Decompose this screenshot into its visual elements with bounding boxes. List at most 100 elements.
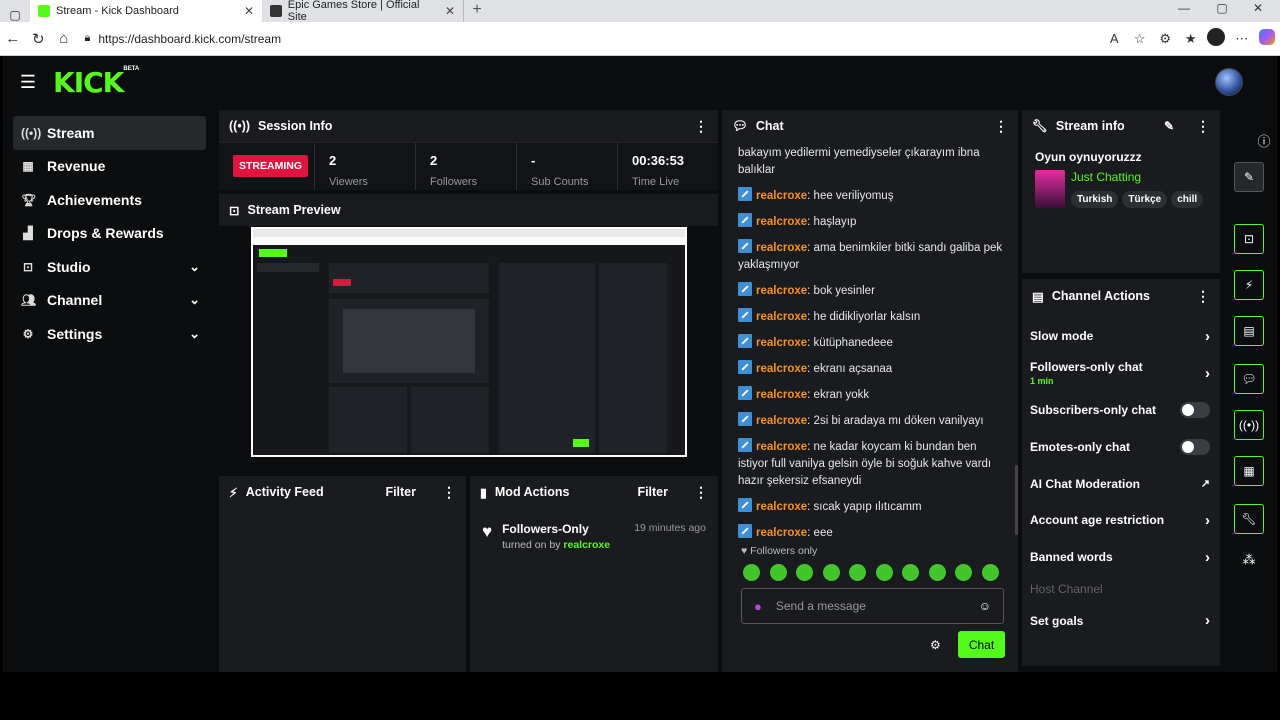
chat-username[interactable]: realcroxe <box>756 190 807 202</box>
chat-username[interactable]: realcroxe <box>756 415 807 427</box>
tab-kick-dashboard[interactable]: Stream - Kick Dashboard ✕ <box>30 0 262 22</box>
more-icon[interactable]: ⋯ <box>1229 31 1255 47</box>
banned-words-row[interactable]: Banned words › <box>1022 539 1220 576</box>
slow-mode-row[interactable]: Slow mode › <box>1022 318 1220 355</box>
new-tab-icon[interactable]: + <box>464 0 490 22</box>
favorite-icon[interactable]: ☆ <box>1127 31 1153 47</box>
chat-username[interactable]: realcroxe <box>756 501 807 513</box>
category-name[interactable]: Just Chatting <box>1071 170 1203 184</box>
broadcast-icon[interactable]: ((•)) <box>1234 410 1264 440</box>
edit-icon[interactable]: ✎ <box>1164 119 1174 133</box>
edit-icon[interactable]: ✎ <box>1234 162 1264 192</box>
sidebar-item-revenue[interactable]: ▦ Revenue <box>13 150 206 184</box>
chevron-down-icon[interactable]: ⌄ <box>189 259 200 275</box>
emote-icon[interactable] <box>875 564 893 581</box>
microphone-icon[interactable]: ● <box>754 599 762 614</box>
panel-title: Mod Actions <box>494 485 570 499</box>
lightning-icon[interactable]: ⚡︎ <box>1234 270 1264 300</box>
close-tab-icon[interactable]: ✕ <box>244 4 254 18</box>
read-aloud-icon[interactable]: A <box>1102 31 1128 46</box>
maximize-icon[interactable]: ▢ <box>1202 0 1242 18</box>
sidebar-item-channel[interactable]: 👥︎ Channel ⌄ <box>13 284 206 318</box>
chat-scrollbar[interactable] <box>1015 465 1018 535</box>
more-options-icon[interactable]: ⋮ <box>694 118 708 135</box>
emotes-only-toggle[interactable] <box>1180 438 1210 455</box>
chevron-down-icon[interactable]: ⌄ <box>189 292 200 308</box>
send-chat-button[interactable]: Chat <box>958 631 1005 658</box>
wrench-icon[interactable]: 🔧︎ <box>1234 504 1264 534</box>
followers-only-row[interactable]: Followers-only chat 1 min › <box>1022 355 1220 392</box>
more-apps-icon[interactable]: ⁂ <box>1234 552 1264 568</box>
chat-message: realcroxe: sıcak yapıp ılıtıcamm <box>738 498 1008 516</box>
subscribers-only-toggle[interactable] <box>1180 401 1210 418</box>
info-icon[interactable]: ⓘ <box>1249 131 1277 150</box>
more-options-icon[interactable]: ⋮ <box>994 118 1008 135</box>
sidebar-item-settings[interactable]: ⚙ Settings ⌄ <box>13 317 206 351</box>
category-thumbnail[interactable] <box>1035 170 1065 208</box>
chat-settings-icon[interactable]: ⚙ <box>930 638 941 652</box>
chevron-down-icon[interactable]: ⌄ <box>189 326 200 342</box>
stream-category: Just Chatting Turkish Türkçe chill <box>1022 164 1220 208</box>
chat-username[interactable]: realcroxe <box>756 441 807 453</box>
more-options-icon[interactable]: ⋮ <box>1196 118 1210 135</box>
emote-icon[interactable] <box>981 564 999 581</box>
chat-username[interactable]: realcroxe <box>756 337 807 349</box>
chat-username[interactable]: realcroxe <box>756 363 807 375</box>
emote-icon[interactable] <box>849 564 866 581</box>
emote-icon[interactable] <box>928 564 946 581</box>
chat-username[interactable]: realcroxe <box>756 527 807 539</box>
more-options-icon[interactable]: ⋮ <box>1196 288 1210 305</box>
chat-username[interactable]: realcroxe <box>756 389 807 401</box>
favorites-bar-icon[interactable]: ★ <box>1178 31 1204 47</box>
profile-icon[interactable] <box>1204 28 1230 49</box>
sidebar-item-studio[interactable]: ⊡ Studio ⌄ <box>13 250 206 284</box>
more-options-icon[interactable]: ⋮ <box>694 484 708 501</box>
chat-username[interactable]: realcroxe <box>756 285 807 297</box>
emote-icon[interactable] <box>902 564 919 581</box>
filter-button[interactable]: Filter <box>637 485 668 499</box>
sidebar-item-drops[interactable]: ▟ Drops & Rewards <box>13 217 206 251</box>
more-options-icon[interactable]: ⋮ <box>442 484 456 501</box>
mod-actions-panel: ▮ Mod Actions Filter ⋮ ♥ Followers-Only 19 m… <box>470 476 718 672</box>
chat-username[interactable]: realcroxe <box>756 311 807 323</box>
tab-actions-icon[interactable]: ▢ <box>0 8 30 22</box>
filter-button[interactable]: Filter <box>385 485 416 499</box>
emote-icon[interactable] <box>743 564 760 581</box>
reload-icon[interactable]: ↻ <box>26 30 52 48</box>
minimize-icon[interactable]: — <box>1164 0 1204 18</box>
copilot-icon[interactable] <box>1255 29 1280 48</box>
close-tab-icon[interactable]: ✕ <box>445 4 455 18</box>
home-icon[interactable]: ⌂ <box>51 30 77 47</box>
menu-icon[interactable]: ☰ <box>3 72 53 93</box>
emote-icon[interactable] <box>955 564 972 581</box>
mod-action-user[interactable]: realcroxe <box>563 539 610 551</box>
tag-list: Turkish Türkçe chill <box>1071 189 1203 208</box>
extensions-icon[interactable]: ⚙ <box>1153 31 1179 47</box>
notes-icon[interactable]: ▤ <box>1234 316 1264 346</box>
avatar[interactable] <box>1215 68 1243 96</box>
emote-icon[interactable] <box>769 564 787 581</box>
kick-logo[interactable]: KICK <box>53 66 124 99</box>
emoji-icon[interactable]: ☺ <box>979 599 991 613</box>
stream-preview-video[interactable] <box>251 227 687 457</box>
tab-epic-games[interactable]: Epic Games Store | Official Site ✕ <box>262 0 464 23</box>
chat-username[interactable]: realcroxe <box>756 242 807 254</box>
chevron-right-icon: › <box>1205 612 1210 630</box>
back-icon[interactable]: ← <box>0 30 26 47</box>
account-age-row[interactable]: Account age restriction › <box>1022 502 1220 539</box>
emote-icon[interactable] <box>796 564 813 581</box>
emote-icon[interactable] <box>822 564 840 581</box>
chat-username[interactable]: realcroxe <box>756 216 807 228</box>
action-label: Host Channel <box>1030 582 1103 597</box>
set-goals-row[interactable]: Set goals › <box>1022 603 1220 640</box>
sidebar-item-achievements[interactable]: 🏆︎ Achievements <box>13 183 206 217</box>
close-window-icon[interactable]: ✕ <box>1238 0 1278 18</box>
ai-moderation-row[interactable]: AI Chat Moderation ↗ <box>1022 465 1220 502</box>
sidebar-item-stream[interactable]: ((•)) Stream <box>13 116 206 150</box>
address-bar[interactable]: 🔒︎ https://dashboard.kick.com/stream <box>76 25 1102 52</box>
preview-icon[interactable]: ⊡ <box>1234 224 1264 254</box>
chat-icon[interactable]: 💬︎ <box>1234 364 1264 394</box>
chat-input[interactable]: ● Send a message ☺ <box>741 588 1004 624</box>
panel-header: ⚡︎ Activity Feed Filter ⋮ <box>219 476 466 508</box>
mod-icon[interactable]: ▦ <box>1234 456 1264 486</box>
